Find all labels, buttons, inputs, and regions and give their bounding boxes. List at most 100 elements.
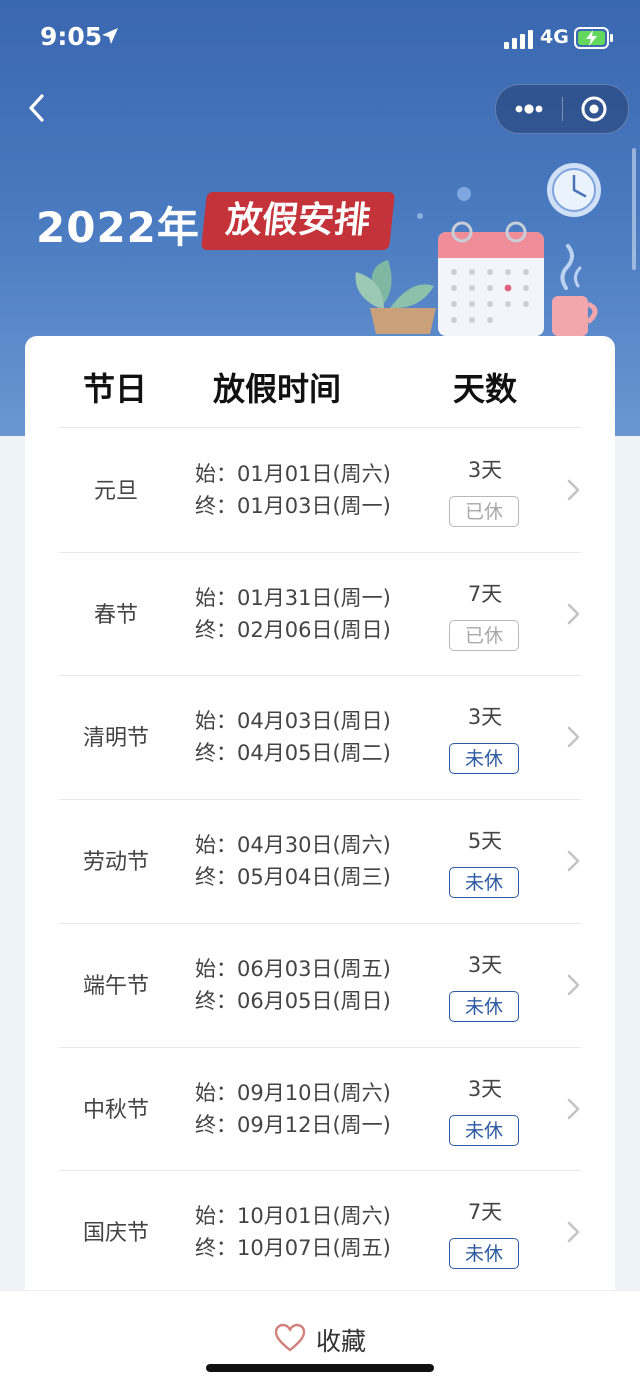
start-date: 始：01月01日(周六) bbox=[195, 458, 391, 490]
start-value: 04月30日(周六) bbox=[237, 833, 391, 858]
status-time: 9:05 bbox=[40, 22, 103, 51]
capsule-divider bbox=[562, 97, 563, 121]
home-indicator bbox=[206, 1364, 434, 1372]
start-prefix: 始： bbox=[195, 462, 237, 486]
end-value: 06月05日(周日) bbox=[237, 988, 391, 1013]
holiday-name: 春节 bbox=[93, 602, 138, 628]
close-target-icon[interactable] bbox=[578, 93, 610, 125]
holiday-name: 端午节 bbox=[82, 973, 149, 999]
holiday-name: 国庆节 bbox=[82, 1221, 149, 1247]
heart-icon bbox=[274, 1323, 306, 1352]
end-date: 终：02月06日(周日) bbox=[195, 614, 391, 646]
start-prefix: 始： bbox=[195, 585, 237, 610]
status-badge: 已休 bbox=[449, 496, 519, 527]
holiday-table-card: 节日 放假时间 天数 元旦 始：01月01日(周六) 终：01月03日(周一) 3天已… bbox=[25, 336, 615, 1316]
holiday-dates: 始：06月03日(周五) 终：06月05日(周日) bbox=[195, 953, 391, 1017]
chevron-right-icon[interactable] bbox=[565, 972, 583, 998]
back-chevron-icon[interactable] bbox=[20, 88, 60, 128]
table-header: 节日 放假时间 天数 bbox=[25, 336, 615, 426]
holiday-name: 元旦 bbox=[93, 479, 138, 504]
status-badge: 未休 bbox=[449, 867, 519, 899]
table-row[interactable]: 劳动节 始：04月30日(周六) 终：05月04日(周三) 5天 未休 bbox=[25, 799, 615, 923]
status-bar: 9:05 4G bbox=[0, 0, 640, 78]
table-row[interactable]: 国庆节 始：10月01日(周六) 终：10月07日(周五) 7天 未休 bbox=[25, 1170, 615, 1294]
end-date: 终：10月07日(周五) bbox=[195, 1232, 391, 1264]
end-value: 05月04日(周三) bbox=[237, 865, 391, 890]
holiday-days: 3天 bbox=[467, 1076, 503, 1101]
end-prefix: 终： bbox=[195, 494, 237, 518]
end-prefix: 终： bbox=[195, 988, 237, 1013]
table-row[interactable]: 元旦 始：01月01日(周六) 终：01月03日(周一) 3天 已休 bbox=[25, 428, 615, 552]
more-dots-icon[interactable] bbox=[509, 97, 549, 121]
end-date: 终：05月04日(周三) bbox=[195, 861, 391, 893]
start-prefix: 始： bbox=[195, 1204, 237, 1229]
chevron-right-icon[interactable] bbox=[565, 1219, 583, 1245]
status-badge: 未休 bbox=[449, 990, 519, 1022]
chevron-right-icon[interactable] bbox=[565, 848, 583, 874]
table-row[interactable]: 清明节 始：04月03日(周日) 终：04月05日(周二) 3天 未休 bbox=[25, 675, 615, 799]
holiday-dates: 始：04月03日(周日) 终：04月05日(周二) bbox=[195, 705, 391, 769]
holiday-days: 3天 bbox=[467, 458, 503, 482]
start-value: 01月01日(周六) bbox=[237, 462, 391, 486]
holiday-days: 7天 bbox=[467, 581, 503, 606]
start-prefix: 始： bbox=[195, 1080, 237, 1105]
end-value: 02月06日(周日) bbox=[237, 617, 391, 642]
end-prefix: 终： bbox=[195, 1112, 237, 1137]
start-date: 始：01月31日(周一) bbox=[195, 582, 391, 614]
status-badge: 未休 bbox=[449, 1114, 519, 1146]
chevron-right-icon[interactable] bbox=[565, 724, 583, 750]
chevron-right-icon[interactable] bbox=[565, 601, 583, 627]
status-badge: 已休 bbox=[449, 619, 519, 651]
holiday-name: 清明节 bbox=[82, 726, 149, 752]
miniprogram-capsule bbox=[495, 84, 629, 134]
end-prefix: 终： bbox=[195, 617, 237, 642]
favorite-label: 收藏 bbox=[316, 1327, 367, 1356]
banner-year: 2022年 bbox=[36, 203, 200, 252]
table-row[interactable]: 春节 始：01月31日(周一) 终：02月06日(周日) 7天 已休 bbox=[25, 552, 615, 676]
end-date: 终：06月05日(周日) bbox=[195, 985, 391, 1017]
holiday-days: 5天 bbox=[467, 829, 503, 854]
start-date: 始：06月03日(周五) bbox=[195, 953, 391, 985]
start-value: 04月03日(周日) bbox=[237, 709, 391, 734]
network-type: 4G bbox=[540, 26, 569, 48]
location-arrow-icon bbox=[102, 28, 118, 44]
start-date: 始：10月01日(周六) bbox=[195, 1200, 391, 1232]
start-date: 始：09月10日(周六) bbox=[195, 1077, 391, 1109]
table-row[interactable]: 中秋节 始：09月10日(周六) 终：09月12日(周一) 3天 未休 bbox=[25, 1047, 615, 1171]
signal-icon bbox=[504, 30, 533, 49]
header-time: 放假时间 bbox=[213, 370, 342, 408]
start-date: 始：04月03日(周日) bbox=[195, 705, 391, 737]
holiday-dates: 始：04月30日(周六) 终：05月04日(周三) bbox=[195, 829, 391, 893]
end-prefix: 终： bbox=[195, 741, 237, 766]
battery-charging-icon bbox=[574, 27, 613, 49]
chevron-right-icon[interactable] bbox=[565, 1096, 583, 1122]
table-row[interactable]: 端午节 始：06月03日(周五) 终：06月05日(周日) 3天 未休 bbox=[25, 923, 615, 1047]
start-value: 09月10日(周六) bbox=[237, 1080, 391, 1105]
start-prefix: 始： bbox=[195, 833, 237, 858]
start-value: 06月03日(周五) bbox=[237, 956, 391, 981]
holiday-dates: 始：10月01日(周六) 终：10月07日(周五) bbox=[195, 1200, 391, 1264]
holiday-name: 中秋节 bbox=[82, 1097, 149, 1123]
holiday-name: 劳动节 bbox=[82, 850, 149, 876]
chevron-right-icon[interactable] bbox=[565, 477, 583, 503]
start-value: 10月01日(周六) bbox=[237, 1204, 391, 1229]
holiday-days: 3天 bbox=[467, 705, 503, 730]
end-date: 终：01月03日(周一) bbox=[195, 490, 391, 522]
holiday-dates: 始：01月31日(周一) 终：02月06日(周日) bbox=[195, 582, 391, 646]
holiday-dates: 始：01月01日(周六) 终：01月03日(周一) bbox=[195, 458, 391, 522]
status-badge: 未休 bbox=[449, 743, 519, 775]
start-date: 始：04月30日(周六) bbox=[195, 829, 391, 861]
holiday-days: 7天 bbox=[467, 1200, 503, 1225]
status-badge: 未休 bbox=[449, 1238, 519, 1270]
end-prefix: 终： bbox=[195, 1236, 237, 1261]
end-value: 09月12日(周一) bbox=[237, 1112, 391, 1137]
end-value: 10月07日(周五) bbox=[237, 1236, 391, 1261]
start-value: 01月31日(周一) bbox=[237, 585, 391, 610]
end-value: 01月03日(周一) bbox=[237, 494, 391, 518]
header-days: 天数 bbox=[453, 370, 518, 408]
end-date: 终：09月12日(周一) bbox=[195, 1109, 391, 1141]
start-prefix: 始： bbox=[195, 709, 237, 734]
calendar-illustration bbox=[355, 163, 601, 336]
start-prefix: 始： bbox=[195, 956, 237, 981]
end-date: 终：04月05日(周二) bbox=[195, 737, 391, 769]
